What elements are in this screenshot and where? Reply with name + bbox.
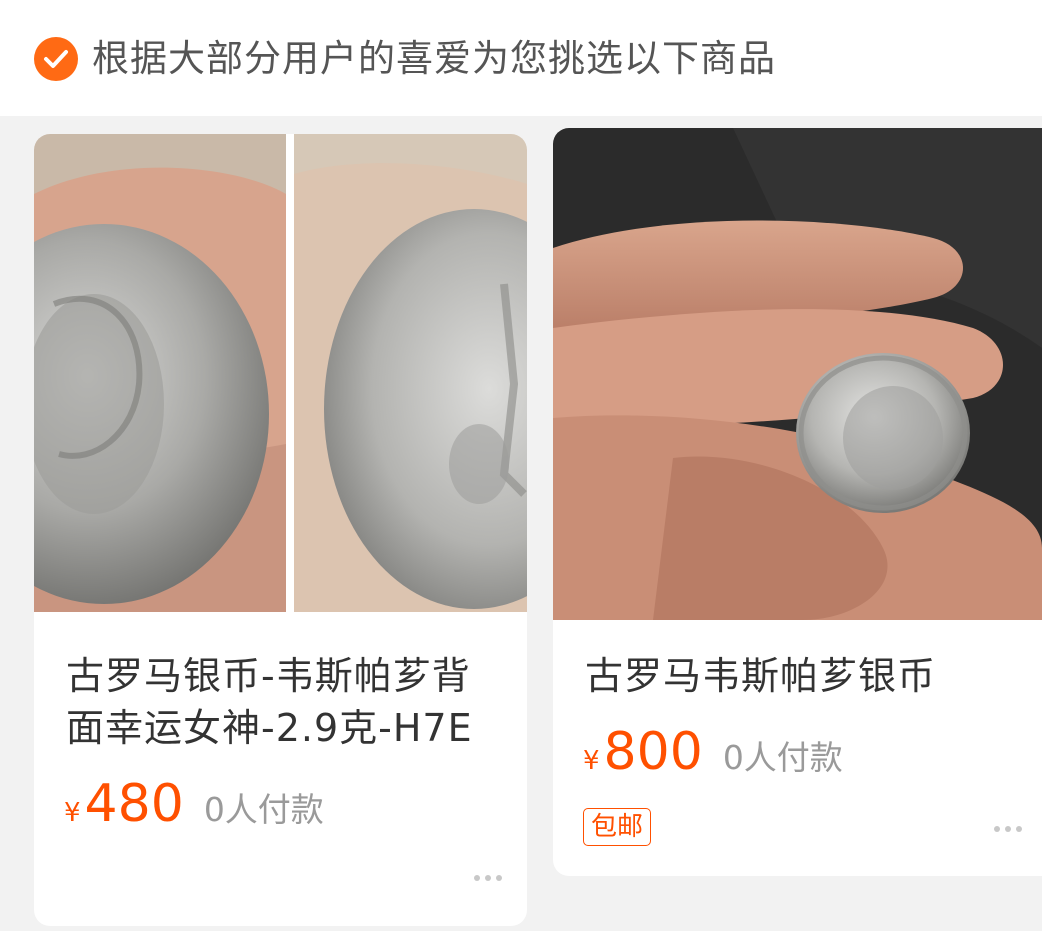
check-circle-icon [34,37,78,81]
paid-count: 0人付款 [722,738,843,777]
product-card[interactable]: 古罗马韦斯帕芗银币 ¥ 800 0人付款 包邮 [553,128,1042,876]
recommendation-header: 根据大部分用户的喜爱为您挑选以下商品 [0,0,1042,116]
product-image[interactable] [553,128,1042,620]
price-row: ¥ 480 0人付款 [64,774,324,834]
currency-symbol: ¥ [583,746,600,776]
currency-symbol: ¥ [64,798,81,828]
product-image[interactable] [34,134,527,612]
more-dots-icon[interactable] [474,875,502,881]
more-dots-icon[interactable] [994,826,1022,832]
product-title[interactable]: 古罗马银币-韦斯帕芗背面幸运女神-2.9克-H7E [66,650,506,754]
product-card[interactable]: 古罗马银币-韦斯帕芗背面幸运女神-2.9克-H7E ¥ 480 0人付款 [34,134,527,926]
free-shipping-badge: 包邮 [583,808,652,846]
product-price: 480 [84,774,184,834]
paid-count: 0人付款 [203,790,324,829]
product-price: 800 [603,722,703,782]
recommendation-text: 根据大部分用户的喜爱为您挑选以下商品 [92,37,776,80]
product-title[interactable]: 古罗马韦斯帕芗银币 [585,650,1025,702]
price-row: ¥ 800 0人付款 [583,722,843,782]
